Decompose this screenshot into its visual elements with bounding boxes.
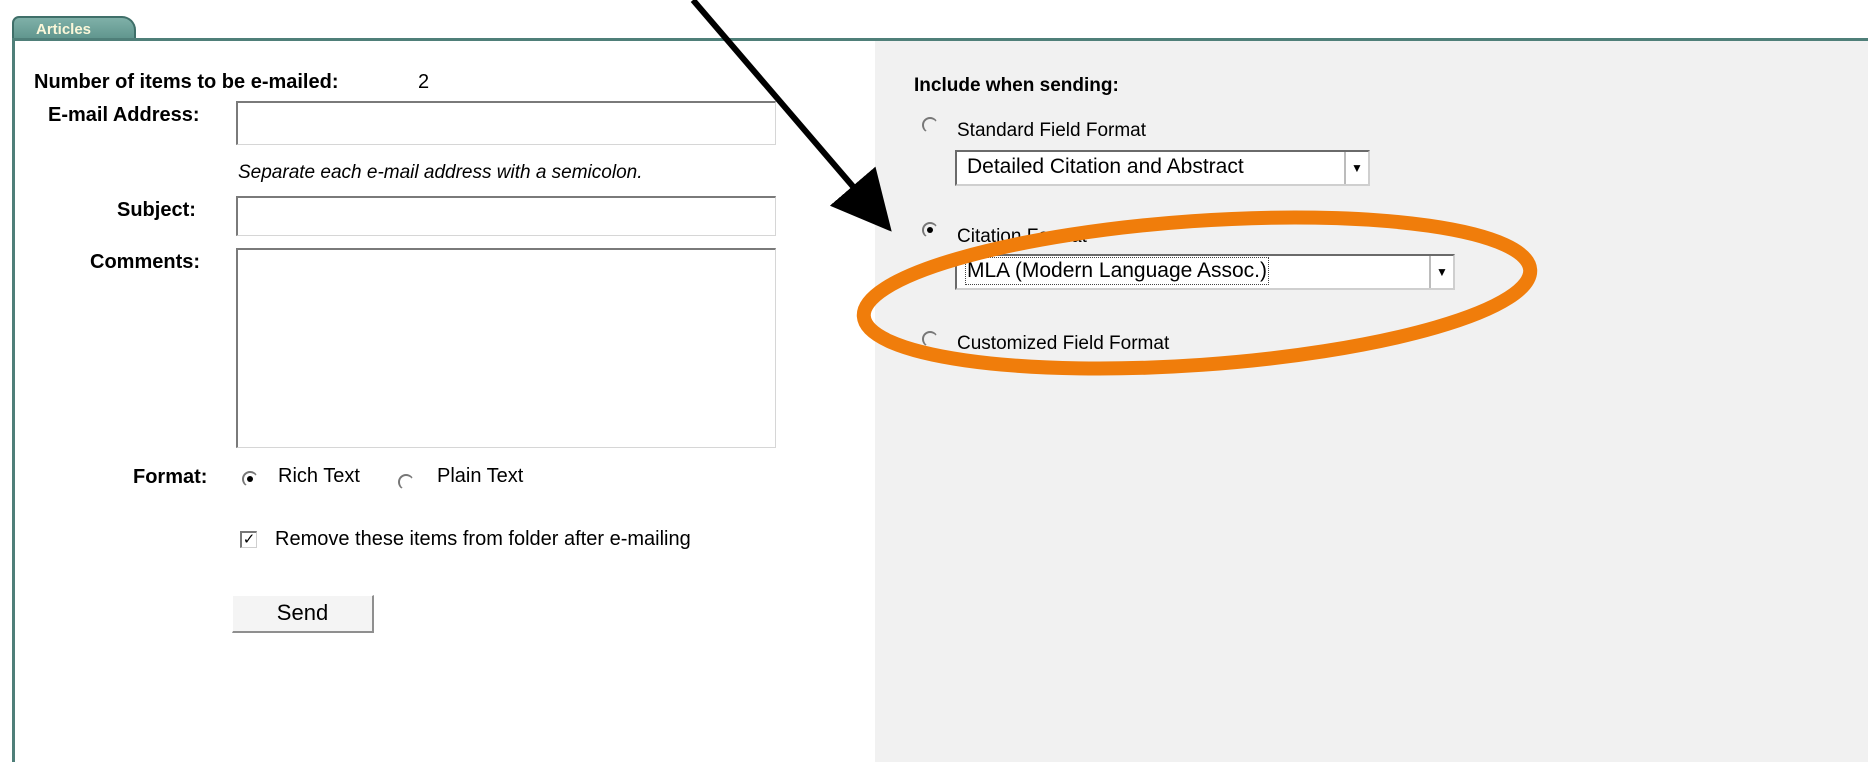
standard-format-select-value: Detailed Citation and Abstract (967, 155, 1244, 178)
format-label: Format: (133, 466, 208, 488)
format-rich-text-radio[interactable] (242, 471, 258, 487)
send-button[interactable]: Send (232, 595, 374, 633)
citation-format-radio[interactable] (922, 222, 938, 238)
citation-format-select[interactable]: MLA (Modern Language Assoc.) ▼ (955, 254, 1455, 290)
left-border (12, 38, 15, 762)
include-heading: Include when sending: (914, 75, 1119, 96)
comments-textarea[interactable] (236, 248, 776, 448)
citation-format-label: Citation Format (957, 226, 1087, 247)
items-count-value: 2 (418, 71, 430, 93)
format-plain-text-radio[interactable] (398, 474, 414, 490)
subject-field[interactable] (236, 196, 776, 236)
customized-field-format-radio[interactable] (922, 331, 938, 347)
email-hint: Separate each e-mail address with a semi… (238, 162, 643, 183)
chevron-down-icon: ▼ (1429, 256, 1453, 288)
comments-label: Comments: (90, 251, 201, 273)
standard-field-format-radio[interactable] (922, 117, 938, 133)
customized-field-format-label: Customized Field Format (957, 333, 1170, 354)
standard-format-select[interactable]: Detailed Citation and Abstract ▼ (955, 150, 1370, 186)
items-count-label: Number of items to be e-mailed: (34, 71, 339, 93)
tab-articles[interactable]: Articles (12, 16, 136, 40)
format-rich-text-label: Rich Text (278, 465, 360, 487)
subject-label: Subject: (117, 199, 196, 221)
remove-items-label: Remove these items from folder after e-m… (275, 528, 691, 550)
email-field[interactable] (236, 101, 776, 145)
standard-field-format-label: Standard Field Format (957, 120, 1147, 141)
chevron-down-icon: ▼ (1344, 152, 1368, 184)
email-label: E-mail Address: (48, 104, 200, 126)
format-plain-text-label: Plain Text (437, 465, 524, 487)
remove-items-checkbox[interactable]: ✓ (240, 531, 257, 548)
citation-format-select-value: MLA (Modern Language Assoc.) (964, 257, 1270, 285)
tab-articles-label: Articles (36, 21, 92, 38)
